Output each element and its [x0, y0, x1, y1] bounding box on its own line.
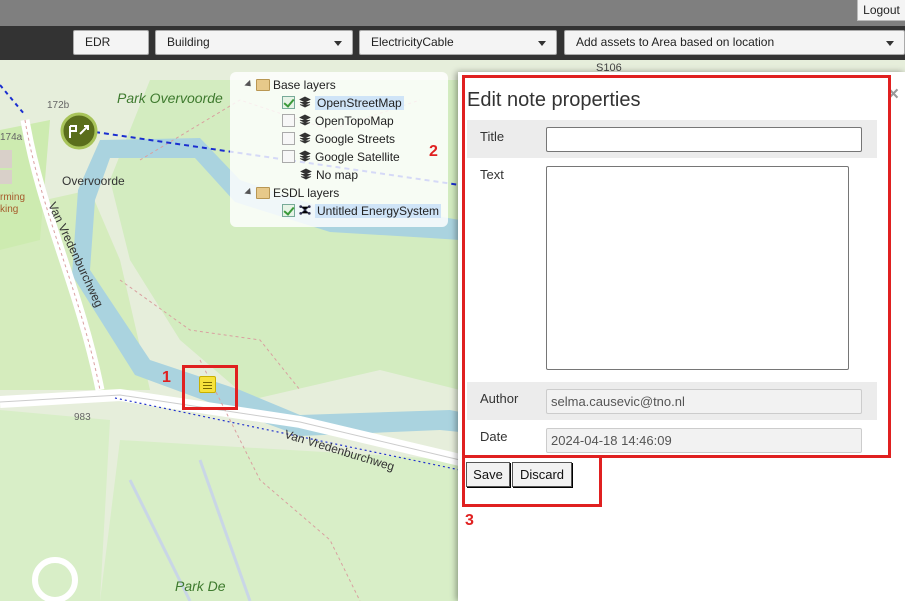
network-icon [299, 205, 311, 215]
annotation-number-2: 2 [429, 143, 438, 160]
annotation-box-note [182, 365, 238, 410]
layer-item-google-satellite[interactable]: Google Satellite [282, 149, 400, 166]
folder-icon [256, 79, 270, 91]
map-label-overvoorde: Overvoorde [62, 174, 125, 188]
layer-checkbox[interactable] [282, 132, 295, 145]
layer-item-openstreetmap[interactable]: OpenStreetMap [282, 95, 404, 112]
layer-tree-panel: Base layers OpenStreetMap OpenTopoMap Go… [230, 72, 448, 227]
layer-group-esdl[interactable]: ESDL layers [244, 185, 340, 202]
map-label-172b: 172b [47, 100, 70, 111]
layer-label: Untitled EnergySystem [315, 204, 442, 218]
layers-icon [299, 114, 311, 126]
map-label-park-de: Park De [175, 578, 226, 594]
layers-icon [299, 132, 311, 144]
toolbar: EDR assets Building ElectricityCable Add… [0, 26, 905, 72]
map-label-park-overvoorde: Park Overvoorde [117, 90, 223, 106]
layers-icon [299, 96, 311, 108]
collapse-icon[interactable] [244, 79, 254, 90]
logout-button[interactable]: Logout [857, 0, 905, 21]
layer-checkbox[interactable] [282, 150, 295, 163]
area-action-select[interactable]: Add assets to Area based on location [564, 30, 905, 55]
chevron-down-icon [334, 41, 342, 46]
annotation-box-dialog [462, 75, 891, 458]
layers-icon [299, 150, 311, 162]
layers-icon [300, 168, 312, 180]
cable-type-select[interactable]: ElectricityCable [359, 30, 557, 55]
layer-label: OpenTopoMap [315, 114, 394, 128]
map-label-rming: rming [0, 192, 26, 203]
cable-type-value: ElectricityCable [371, 35, 454, 49]
layer-group-base[interactable]: Base layers [244, 77, 336, 94]
layer-label: Google Satellite [315, 150, 400, 164]
layer-checkbox[interactable] [282, 96, 295, 109]
layer-checkbox[interactable] [282, 204, 295, 217]
asset-type-value: Building [167, 35, 210, 49]
layer-item-untitled-energysystem[interactable]: Untitled EnergySystem [282, 203, 442, 220]
map-label-king: king [0, 204, 19, 215]
annotation-number-1: 1 [162, 369, 171, 386]
layer-group-label: ESDL layers [273, 186, 340, 200]
annotation-box-buttons [462, 455, 602, 507]
top-bar: Logout [0, 0, 905, 26]
asset-type-select[interactable]: Building [155, 30, 353, 55]
chevron-down-icon [538, 41, 546, 46]
layer-label: Google Streets [315, 132, 396, 146]
map-label-174a: 174a [0, 132, 23, 143]
annotation-number-3: 3 [465, 512, 474, 529]
collapse-icon[interactable] [244, 187, 254, 198]
layer-label: No map [316, 168, 359, 182]
layer-label: OpenStreetMap [315, 96, 404, 110]
layer-item-no-map[interactable]: No map [300, 167, 358, 184]
layer-item-opentopomap[interactable]: OpenTopoMap [282, 113, 394, 130]
layer-item-google-streets[interactable]: Google Streets [282, 131, 395, 148]
layer-group-label: Base layers [273, 78, 336, 92]
area-action-value: Add assets to Area based on location [576, 35, 775, 49]
chevron-down-icon [886, 41, 894, 46]
edr-assets-button[interactable]: EDR assets [73, 30, 149, 72]
folder-icon [256, 187, 270, 199]
layer-checkbox[interactable] [282, 114, 295, 127]
map-label-983: 983 [74, 412, 91, 423]
